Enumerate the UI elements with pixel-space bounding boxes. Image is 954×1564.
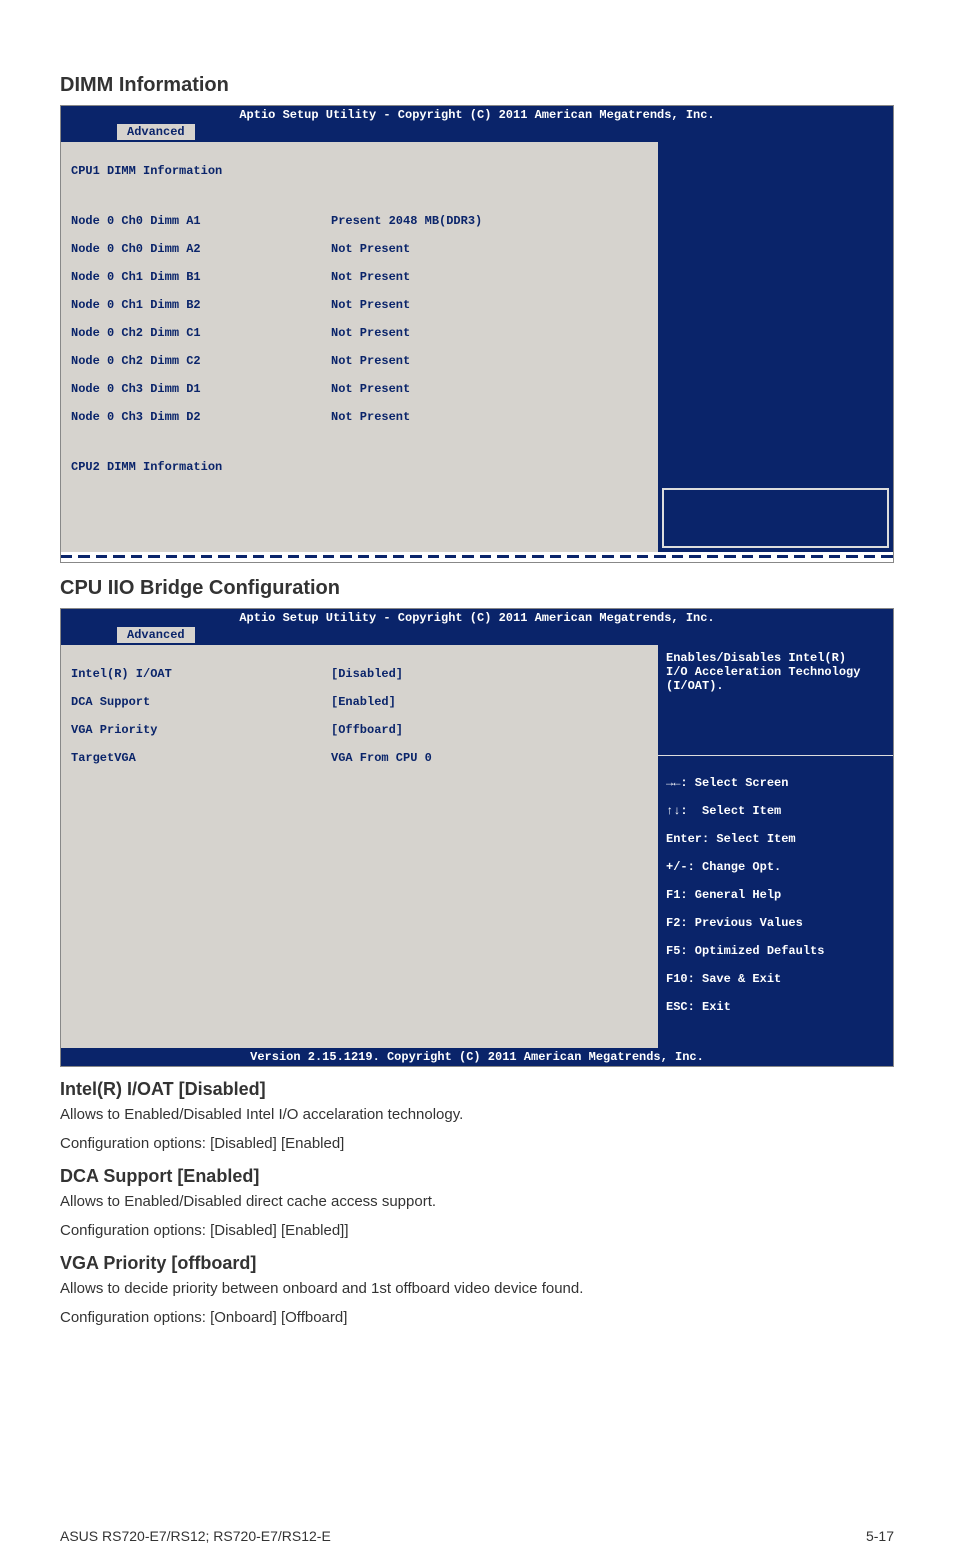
dimm-label: Node 0 Ch3 Dimm D1	[71, 382, 331, 396]
table-row[interactable]: TargetVGAVGA From CPU 0	[71, 751, 648, 765]
bios-right-pane	[658, 142, 893, 552]
intel-ioat-heading: Intel(R) I/OAT [Disabled]	[60, 1079, 894, 1100]
dimm-cpu2-label: CPU2 DIMM Information	[71, 460, 648, 474]
page-footer: ASUS RS720-E7/RS12; RS720-E7/RS12-E 5-17	[60, 1528, 894, 1544]
dca-heading: DCA Support [Enabled]	[60, 1166, 894, 1187]
dimm-value: Not Present	[331, 326, 410, 340]
dimm-value: Not Present	[331, 242, 410, 256]
setting-value: [Enabled]	[331, 695, 396, 709]
footer-right: 5-17	[866, 1528, 894, 1544]
dimm-value: Not Present	[331, 298, 410, 312]
dimm-value: Not Present	[331, 354, 410, 368]
table-row[interactable]: Intel(R) I/OAT[Disabled]	[71, 667, 648, 681]
help-description: Enables/Disables Intel(R) I/O Accelerati…	[658, 645, 893, 755]
bios-tab-advanced[interactable]: Advanced	[117, 627, 195, 643]
iio-heading: CPU IIO Bridge Configuration	[60, 577, 894, 600]
table-row: Node 0 Ch2 Dimm C2Not Present	[71, 354, 648, 368]
help-line: F5: Optimized Defaults	[666, 944, 885, 958]
bios-tab-advanced[interactable]: Advanced	[117, 124, 195, 140]
dimm-value: Present 2048 MB(DDR3)	[331, 214, 482, 228]
arrows-icon	[666, 776, 680, 790]
setting-value: [Offboard]	[331, 723, 403, 737]
updown-icon	[666, 804, 680, 818]
dashed-divider	[61, 552, 893, 562]
dca-desc1: Allows to Enabled/Disabled direct cache …	[60, 1191, 894, 1212]
bios-left-pane: CPU1 DIMM Information Node 0 Ch0 Dimm A1…	[61, 142, 658, 552]
dimm-value: Not Present	[331, 270, 410, 284]
bios-version-footer: Version 2.15.1219. Copyright (C) 2011 Am…	[61, 1048, 893, 1066]
dimm-info-heading: DIMM Information	[60, 74, 894, 97]
dimm-section-label: CPU1 DIMM Information	[71, 164, 648, 178]
setting-label: TargetVGA	[71, 751, 331, 765]
vga-desc2: Configuration options: [Onboard] [Offboa…	[60, 1307, 894, 1328]
footer-left: ASUS RS720-E7/RS12; RS720-E7/RS12-E	[60, 1528, 331, 1544]
setting-value: [Disabled]	[331, 667, 403, 681]
dimm-label: Node 0 Ch0 Dimm A2	[71, 242, 331, 256]
help-line: : Select Item	[666, 804, 885, 818]
help-line: +/-: Change Opt.	[666, 860, 885, 874]
help-pane-top	[658, 142, 893, 484]
setting-label: VGA Priority	[71, 723, 331, 737]
table-row: Node 0 Ch2 Dimm C1Not Present	[71, 326, 648, 340]
dimm-label: Node 0 Ch2 Dimm C1	[71, 326, 331, 340]
table-row: Node 0 Ch0 Dimm A1Present 2048 MB(DDR3)	[71, 214, 648, 228]
bios-header: Aptio Setup Utility - Copyright (C) 2011…	[61, 609, 893, 645]
dimm-label: Node 0 Ch1 Dimm B2	[71, 298, 331, 312]
bios-panel-dimm: Aptio Setup Utility - Copyright (C) 2011…	[60, 105, 894, 563]
dca-desc2: Configuration options: [Disabled] [Enabl…	[60, 1220, 894, 1241]
help-line: F10: Save & Exit	[666, 972, 885, 986]
setting-label: DCA Support	[71, 695, 331, 709]
vga-heading: VGA Priority [offboard]	[60, 1253, 894, 1274]
help-line: F2: Previous Values	[666, 916, 885, 930]
table-row: Node 0 Ch3 Dimm D2Not Present	[71, 410, 648, 424]
help-pane-bottom-box	[662, 488, 889, 548]
table-row: Node 0 Ch1 Dimm B1Not Present	[71, 270, 648, 284]
vga-desc1: Allows to decide priority between onboar…	[60, 1278, 894, 1299]
help-line: ESC: Exit	[666, 1000, 885, 1014]
intel-ioat-desc2: Configuration options: [Disabled] [Enabl…	[60, 1133, 894, 1154]
bios-panel-iio: Aptio Setup Utility - Copyright (C) 2011…	[60, 608, 894, 1067]
table-row[interactable]: DCA Support[Enabled]	[71, 695, 648, 709]
dimm-value: Not Present	[331, 382, 410, 396]
help-line: F1: General Help	[666, 888, 885, 902]
table-row: Node 0 Ch3 Dimm D1Not Present	[71, 382, 648, 396]
bios-right-pane: Enables/Disables Intel(R) I/O Accelerati…	[658, 645, 893, 1048]
table-row[interactable]: VGA Priority[Offboard]	[71, 723, 648, 737]
help-line: : Select Screen	[666, 776, 885, 790]
dimm-label: Node 0 Ch2 Dimm C2	[71, 354, 331, 368]
help-keys: : Select Screen : Select Item Enter: Sel…	[658, 755, 893, 1048]
bios-title: Aptio Setup Utility - Copyright (C) 2011…	[67, 611, 887, 625]
help-line: Enter: Select Item	[666, 832, 885, 846]
setting-value: VGA From CPU 0	[331, 751, 432, 765]
table-row: Node 0 Ch0 Dimm A2Not Present	[71, 242, 648, 256]
dimm-value: Not Present	[331, 410, 410, 424]
bios-title: Aptio Setup Utility - Copyright (C) 2011…	[67, 108, 887, 122]
dimm-label: Node 0 Ch0 Dimm A1	[71, 214, 331, 228]
bios-header: Aptio Setup Utility - Copyright (C) 2011…	[61, 106, 893, 142]
dimm-label: Node 0 Ch1 Dimm B1	[71, 270, 331, 284]
dimm-label: Node 0 Ch3 Dimm D2	[71, 410, 331, 424]
setting-label: Intel(R) I/OAT	[71, 667, 331, 681]
table-row: Node 0 Ch1 Dimm B2Not Present	[71, 298, 648, 312]
intel-ioat-desc1: Allows to Enabled/Disabled Intel I/O acc…	[60, 1104, 894, 1125]
bios-left-pane: Intel(R) I/OAT[Disabled] DCA Support[Ena…	[61, 645, 658, 1048]
